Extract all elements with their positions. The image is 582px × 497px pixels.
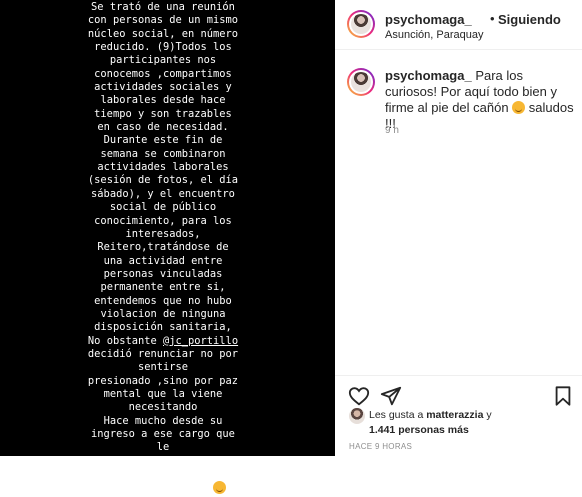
likes-prefix: Les gusta a — [369, 409, 427, 421]
caption-text: psychomaga_ Para los curiosos! Por aquí … — [385, 68, 575, 132]
header-username[interactable]: psychomaga_ — [385, 12, 472, 27]
share-icon[interactable] — [380, 385, 402, 407]
likes-count[interactable]: 1.441 personas más — [369, 424, 469, 436]
story-image: Se trató de una reunión con personas de … — [0, 0, 335, 495]
story-mention: @jc_portillo — [163, 334, 239, 347]
story-text: Se trató de una reunión con personas de … — [52, 1, 274, 497]
likes-summary: Les gusta a matterazzia y 1.441 personas… — [335, 406, 582, 438]
post-timestamp[interactable]: HACE 9 HORAS — [349, 442, 412, 451]
following-button[interactable]: Siguiendo — [498, 12, 561, 27]
story-text-after: decidió renunciar no por sentirse presio… — [87, 347, 239, 496]
smile-emoji-icon — [512, 101, 526, 114]
caption-username[interactable]: psychomaga_ — [385, 68, 472, 83]
post-sidebar: psychomaga_ • Siguiendo Asunción, Paraqu… — [335, 0, 582, 456]
bookmark-icon[interactable] — [552, 385, 574, 407]
caption-timestamp[interactable]: 9 h — [385, 125, 399, 136]
story-text-before-mention: No obstante — [87, 334, 163, 347]
separator-dot: • — [490, 11, 495, 26]
post-location[interactable]: Asunción, Paraquay — [385, 29, 483, 41]
heart-icon[interactable] — [348, 385, 370, 407]
story-text-main: Se trató de una reunión con personas de … — [87, 1, 239, 334]
post-header: psychomaga_ • Siguiendo Asunción, Paraqu… — [335, 0, 582, 50]
avatar[interactable] — [347, 10, 375, 38]
likes-line: Les gusta a matterazzia y — [369, 409, 492, 421]
liker-avatar[interactable] — [349, 408, 365, 424]
caption-avatar[interactable] — [347, 68, 375, 96]
liker-username[interactable]: matterazzia — [426, 409, 483, 421]
likes-suffix: y — [483, 409, 492, 421]
smile-emoji-icon — [212, 481, 226, 495]
